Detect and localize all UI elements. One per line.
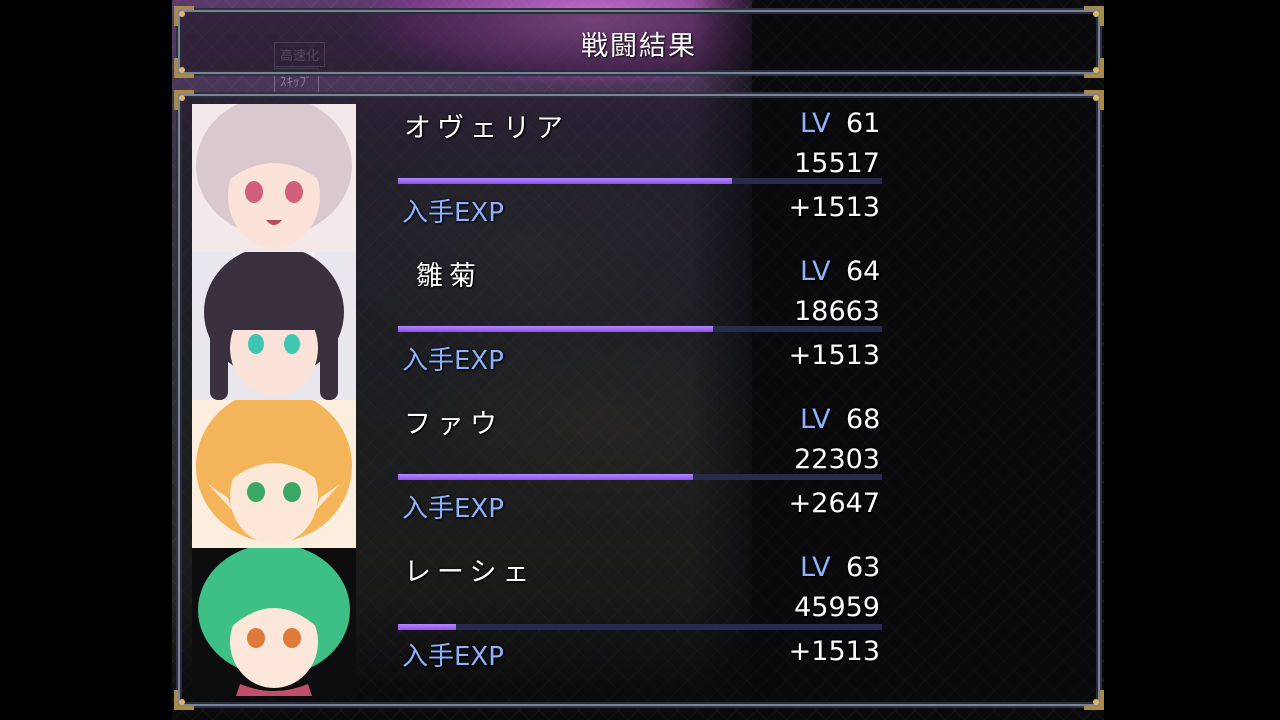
member-name: オヴェリア bbox=[404, 113, 569, 144]
corner-ornament-icon bbox=[1082, 88, 1106, 112]
gained-exp-label: 入手EXP bbox=[402, 494, 504, 524]
exp-total: 18663 bbox=[794, 296, 880, 327]
exp-total: 45959 bbox=[794, 592, 880, 623]
level-value: 63 bbox=[846, 552, 881, 583]
portrait-member-4 bbox=[192, 548, 356, 696]
exp-progress-fill bbox=[398, 474, 694, 480]
exp-progress-fill bbox=[398, 326, 713, 332]
gained-exp-label: 入手EXP bbox=[402, 642, 504, 672]
exp-progress-bar bbox=[398, 624, 882, 630]
corner-ornament-icon bbox=[172, 56, 196, 80]
exp-total: 15517 bbox=[794, 148, 880, 179]
title-window: 戦闘結果 bbox=[176, 8, 1102, 76]
exp-progress-bar bbox=[398, 474, 882, 480]
member-name: レーシェ bbox=[404, 557, 536, 588]
level-label: LV bbox=[800, 404, 831, 435]
level-value: 64 bbox=[846, 256, 881, 287]
gained-exp-label: 入手EXP bbox=[402, 346, 504, 376]
exp-progress-fill bbox=[398, 624, 457, 630]
level-value: 68 bbox=[846, 404, 881, 435]
gained-exp-value: +1513 bbox=[788, 636, 880, 667]
gained-exp-value: +1513 bbox=[788, 340, 880, 371]
exp-progress-fill bbox=[398, 178, 732, 184]
level-label: LV bbox=[800, 256, 831, 287]
window-title: 戦闘結果 bbox=[581, 31, 697, 62]
corner-ornament-icon bbox=[172, 4, 196, 28]
corner-ornament-icon bbox=[1082, 56, 1106, 80]
portrait-member-3 bbox=[192, 400, 356, 548]
member-name: ファウ bbox=[404, 409, 503, 440]
corner-ornament-icon bbox=[1082, 4, 1106, 28]
level-value: 61 bbox=[846, 108, 881, 139]
gained-exp-value: +2647 bbox=[788, 488, 880, 519]
gained-exp-label: 入手EXP bbox=[402, 198, 504, 228]
exp-progress-bar bbox=[398, 326, 882, 332]
corner-ornament-icon bbox=[1082, 688, 1106, 712]
exp-progress-bar bbox=[398, 178, 882, 184]
member-name: 雛菊 bbox=[416, 261, 482, 292]
portrait-member-1 bbox=[192, 104, 356, 252]
level-label: LV bbox=[800, 552, 831, 583]
level-label: LV bbox=[800, 108, 831, 139]
portrait-member-2 bbox=[192, 252, 356, 400]
gained-exp-value: +1513 bbox=[788, 192, 880, 223]
exp-total: 22303 bbox=[794, 444, 880, 475]
